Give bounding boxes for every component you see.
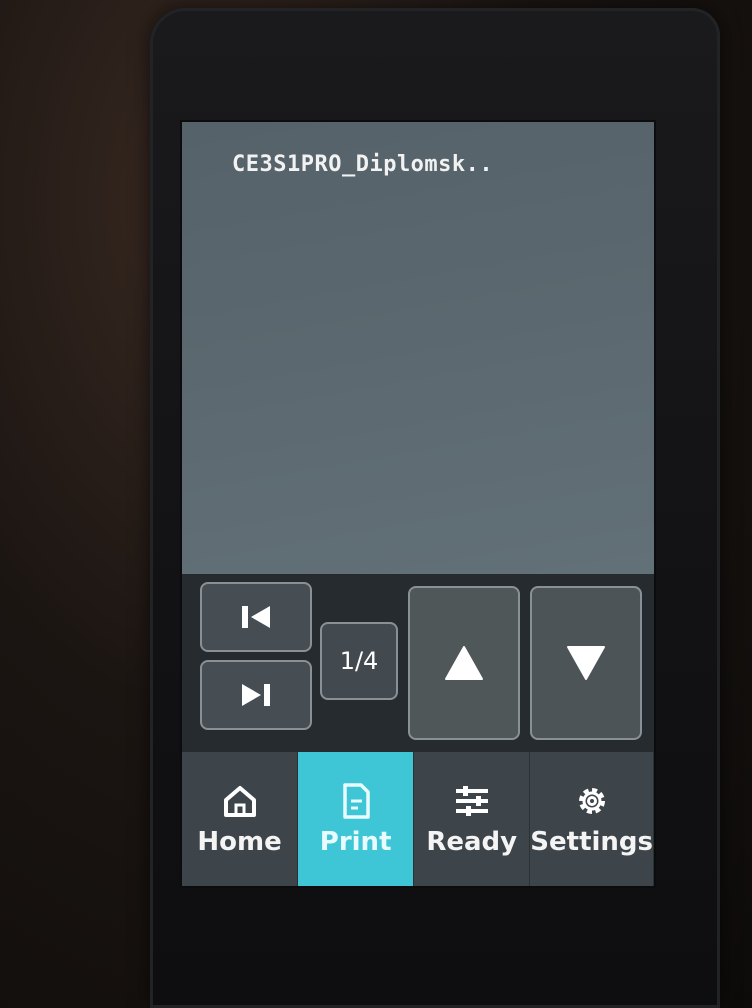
- sliders-icon: [455, 786, 488, 816]
- tab-print-label: Print: [319, 827, 392, 857]
- bottom-nav: Home Print Ready Settings: [182, 752, 654, 886]
- file-list-area: CE3S1PRO_Diplomsk..: [182, 122, 654, 574]
- tab-home[interactable]: Home: [182, 752, 299, 886]
- triangle-up-icon: [445, 646, 483, 680]
- file-item[interactable]: CE3S1PRO_Diplomsk..: [232, 152, 493, 177]
- scroll-down-button[interactable]: [530, 586, 642, 740]
- tab-ready[interactable]: Ready: [414, 752, 531, 886]
- first-page-button[interactable]: [200, 582, 312, 652]
- tab-home-label: Home: [197, 827, 282, 857]
- scroll-up-button[interactable]: [408, 586, 520, 740]
- triangle-down-icon: [567, 646, 605, 680]
- last-page-button[interactable]: [200, 660, 312, 730]
- tab-settings[interactable]: Settings: [530, 752, 654, 886]
- tab-ready-label: Ready: [426, 827, 518, 857]
- page-indicator: 1/4: [320, 622, 398, 700]
- document-icon: [342, 783, 370, 819]
- tab-settings-label: Settings: [530, 827, 654, 857]
- home-icon: [223, 786, 256, 817]
- tab-print[interactable]: Print: [298, 752, 415, 886]
- gear-icon: [578, 788, 605, 814]
- skip-first-icon: [242, 606, 270, 628]
- touch-screen: CE3S1PRO_Diplomsk.. 1/4 Home Print Ready…: [182, 122, 654, 886]
- skip-last-icon: [242, 684, 270, 706]
- pager-controls: 1/4: [182, 574, 654, 752]
